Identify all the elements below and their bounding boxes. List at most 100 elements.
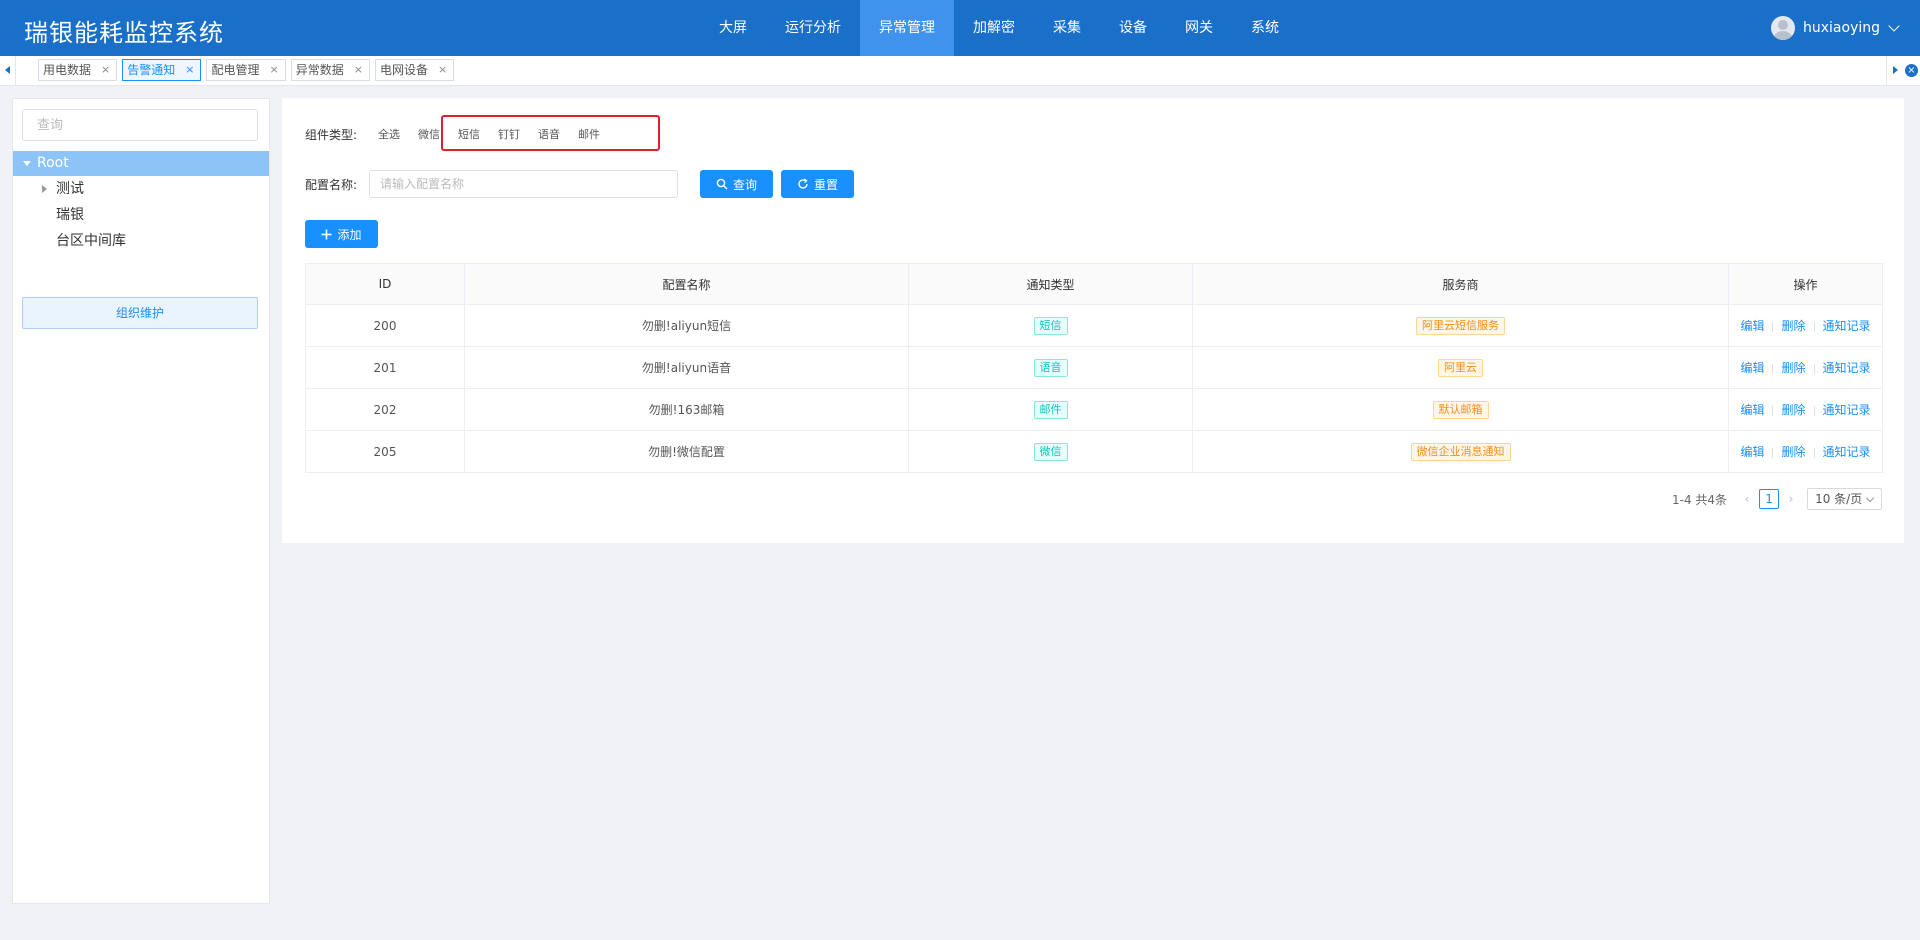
- edit-link[interactable]: 编辑: [1740, 403, 1764, 417]
- tab-grid-devices[interactable]: 电网设备 ×: [374, 59, 455, 81]
- cell-actions: 编辑 删除 通知记录: [1728, 346, 1883, 389]
- tree-node-test[interactable]: 测试: [13, 176, 269, 202]
- top-header: 瑞银能耗监控系统 大屏 运行分析 异常管理 加解密 采集 设备 网关 系统 hu…: [0, 0, 1920, 56]
- tab-bar: 用电数据 × 告警通知 × 配电管理 × 异常数据 × 电网设备 × ×: [0, 56, 1920, 86]
- cell-provider: 微信企业消息通知: [1192, 430, 1729, 473]
- divider: [1813, 363, 1815, 374]
- nav-item-collection[interactable]: 采集: [1034, 0, 1100, 56]
- cell-config-name: 勿删!aliyun短信: [464, 304, 909, 347]
- tab-label: 配电管理: [211, 63, 260, 77]
- cell-id: 205: [305, 430, 465, 473]
- add-button-label: 添加: [337, 227, 362, 242]
- tree-search-input[interactable]: [22, 109, 258, 141]
- reset-button[interactable]: 重置: [781, 170, 855, 198]
- notify-record-link[interactable]: 通知记录: [1823, 319, 1871, 333]
- config-name-input[interactable]: [369, 170, 679, 198]
- open-tabs: 用电数据 × 告警通知 × 配电管理 × 异常数据 × 电网设备 ×: [38, 59, 455, 81]
- highlight-box: [441, 115, 660, 151]
- caret-right-icon[interactable]: [42, 185, 47, 193]
- cell-actions: 编辑 删除 通知记录: [1728, 430, 1883, 473]
- cell-id: 202: [305, 388, 465, 431]
- tree-node-label: 测试: [56, 181, 84, 197]
- user-menu[interactable]: huxiaoying: [1771, 14, 1900, 42]
- edit-link[interactable]: 编辑: [1740, 361, 1764, 375]
- cell-notify-type: 微信: [908, 430, 1193, 473]
- filter-option-all[interactable]: 全选: [369, 126, 409, 142]
- reload-icon: [798, 178, 808, 189]
- nav-item-exception-management[interactable]: 异常管理: [860, 0, 954, 56]
- chevron-down-icon: [1888, 20, 1900, 32]
- cell-id: 201: [305, 346, 465, 389]
- provider-tag: 阿里云短信服务: [1416, 316, 1505, 335]
- notification-config-table: ID 配置名称 通知类型 服务商 操作 200 勿删!aliyun短信 短信 阿…: [305, 263, 1883, 473]
- page-number[interactable]: 1: [1759, 489, 1780, 509]
- tree-node-label: 瑞银: [56, 207, 84, 223]
- edit-link[interactable]: 编辑: [1740, 445, 1764, 459]
- query-button[interactable]: 查询: [700, 170, 774, 198]
- close-icon[interactable]: ×: [354, 60, 363, 80]
- tree-node-label: Root: [37, 155, 69, 171]
- tree-node-station-db[interactable]: 台区中间库: [13, 228, 269, 254]
- close-all-tabs-icon[interactable]: ×: [1905, 64, 1918, 77]
- tab-alarm-notification[interactable]: 告警通知 ×: [122, 59, 202, 81]
- notify-record-link[interactable]: 通知记录: [1823, 361, 1871, 375]
- tab-scroll-left-button[interactable]: [0, 56, 16, 85]
- caret-right-icon: [1893, 66, 1898, 74]
- notify-record-link[interactable]: 通知记录: [1823, 445, 1871, 459]
- nav-item-encryption[interactable]: 加解密: [954, 0, 1034, 56]
- nav-item-devices[interactable]: 设备: [1100, 0, 1166, 56]
- close-icon[interactable]: ×: [269, 60, 278, 80]
- caret-down-icon[interactable]: [23, 161, 31, 166]
- delete-link[interactable]: 删除: [1781, 319, 1805, 333]
- chevron-down-icon: [1865, 493, 1875, 503]
- tab-exception-data[interactable]: 异常数据 ×: [290, 59, 370, 81]
- page-size-select[interactable]: 10 条/页: [1807, 488, 1883, 510]
- tab-scroll-right-button[interactable]: [1886, 56, 1902, 85]
- tab-label: 电网设备: [379, 63, 428, 77]
- close-icon[interactable]: ×: [438, 60, 447, 80]
- config-name-label: 配置名称:: [305, 177, 358, 192]
- nav-item-run-analysis[interactable]: 运行分析: [766, 0, 860, 56]
- add-button[interactable]: 添加: [305, 220, 378, 248]
- delete-link[interactable]: 删除: [1781, 361, 1805, 375]
- divider: [1772, 321, 1774, 332]
- reset-button-label: 重置: [814, 177, 839, 192]
- divider: [1772, 405, 1774, 416]
- cell-actions: 编辑 删除 通知记录: [1728, 388, 1883, 431]
- main-nav: 大屏 运行分析 异常管理 加解密 采集 设备 网关 系统: [700, 0, 1298, 56]
- cell-provider: 阿里云: [1192, 346, 1729, 389]
- column-header-id: ID: [305, 263, 465, 305]
- delete-link[interactable]: 删除: [1781, 445, 1805, 459]
- cell-config-name: 勿删!163邮箱: [464, 388, 909, 431]
- nav-item-big-screen[interactable]: 大屏: [700, 0, 766, 56]
- table-header-row: ID 配置名称 通知类型 服务商 操作: [305, 263, 1883, 305]
- component-type-filter: 组件类型: 全选 微信 短信 钉钉 语音 邮件: [305, 115, 660, 151]
- prev-page-icon[interactable]: ‹: [1737, 492, 1757, 506]
- org-maintenance-button[interactable]: 组织维护: [22, 297, 258, 329]
- notify-record-link[interactable]: 通知记录: [1823, 403, 1871, 417]
- tab-distribution-management[interactable]: 配电管理 ×: [206, 59, 286, 81]
- cell-config-name: 勿删!aliyun语音: [464, 346, 909, 389]
- tab-label: 用电数据: [43, 63, 92, 77]
- pagination: 1-4 共4条 ‹ 1 › 10 条/页: [1672, 488, 1883, 510]
- close-icon[interactable]: ×: [185, 60, 194, 80]
- tree-node-label: 台区中间库: [56, 233, 126, 249]
- user-name: huxiaoying: [1803, 20, 1880, 36]
- cell-config-name: 勿删!微信配置: [464, 430, 909, 473]
- delete-link[interactable]: 删除: [1781, 403, 1805, 417]
- query-button-label: 查询: [733, 177, 758, 192]
- notify-type-tag: 微信: [1033, 442, 1068, 461]
- notify-type-tag: 语音: [1033, 358, 1068, 377]
- org-tree-panel: Root 测试 瑞银 台区中间库 组织维护: [12, 98, 270, 904]
- nav-item-gateway[interactable]: 网关: [1166, 0, 1232, 56]
- table-row: 200 勿删!aliyun短信 短信 阿里云短信服务 编辑 删除 通知记录: [305, 304, 1883, 347]
- next-page-icon[interactable]: ›: [1781, 492, 1801, 506]
- tree-node-ruiyin[interactable]: 瑞银: [13, 202, 269, 228]
- provider-tag: 微信企业消息通知: [1410, 442, 1511, 461]
- page-size-value: 10 条/页: [1815, 492, 1863, 506]
- nav-item-system[interactable]: 系统: [1232, 0, 1298, 56]
- tree-node-root[interactable]: Root: [13, 151, 269, 176]
- tab-power-data[interactable]: 用电数据 ×: [38, 59, 118, 81]
- close-icon[interactable]: ×: [101, 60, 110, 80]
- edit-link[interactable]: 编辑: [1740, 319, 1764, 333]
